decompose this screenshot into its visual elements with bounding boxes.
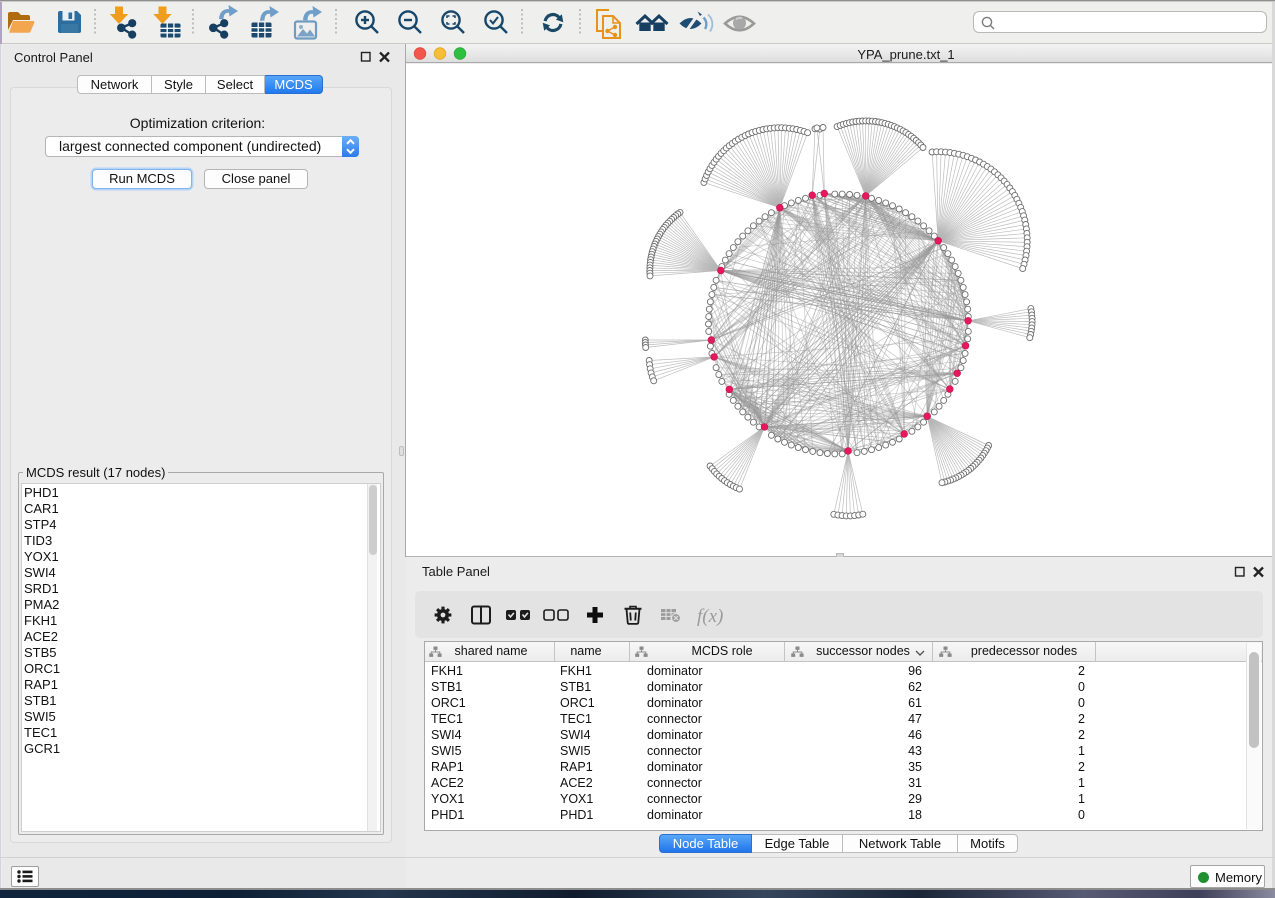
svg-text:f(x): f(x) — [697, 606, 723, 627]
